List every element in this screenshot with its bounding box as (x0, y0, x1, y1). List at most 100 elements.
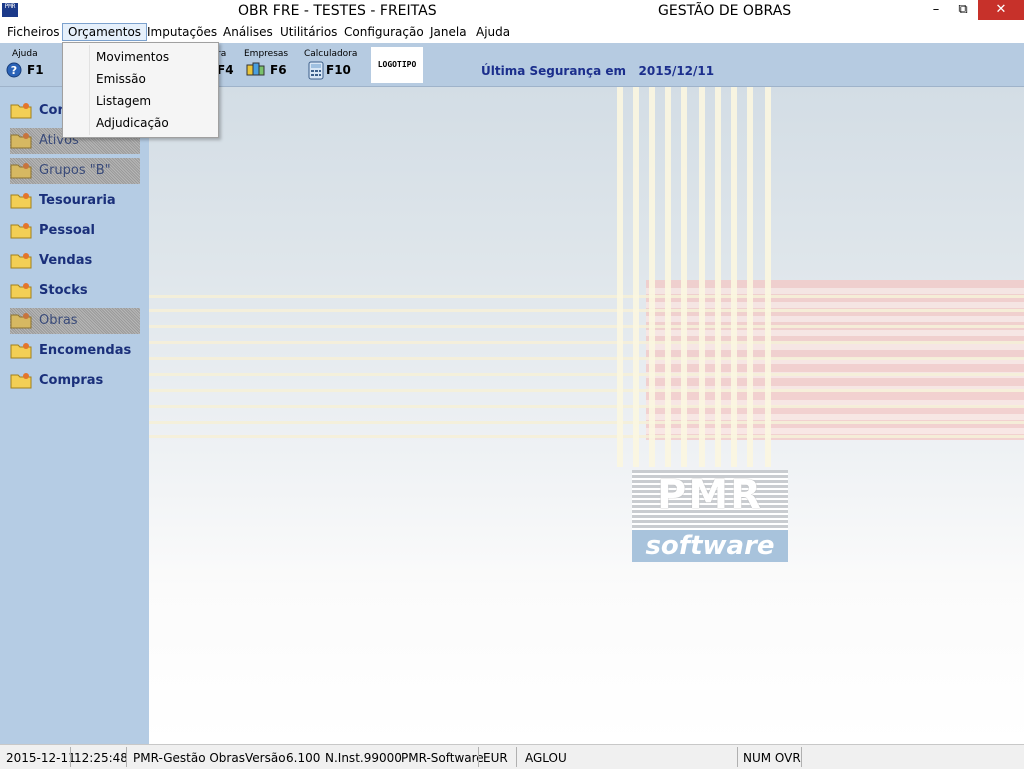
status-version: 6.100 (286, 751, 321, 765)
restore-button[interactable]: ⧉ (948, 0, 978, 20)
logo-letters: PMR (657, 472, 763, 518)
status-version-label: Versão (245, 751, 286, 765)
folder-icon (10, 133, 32, 149)
close-button[interactable]: ✕ (978, 0, 1024, 20)
background-stripe (665, 87, 671, 467)
background-stripe (149, 389, 1024, 392)
sidebar-item-label: Stocks (39, 283, 88, 298)
status-time: 12:25:48 (74, 751, 128, 765)
status-currency: EUR (483, 751, 508, 765)
background-stripe (149, 325, 1024, 328)
menu-utilitarios[interactable]: Utilitários (280, 25, 337, 39)
background-stripe (149, 405, 1024, 408)
folder-icon (10, 313, 32, 329)
background-stripe (731, 87, 737, 467)
orcamentos-dropdown: Movimentos Emissão Listagem Adjudicação (62, 42, 219, 138)
background-stripe (149, 341, 1024, 344)
menu-ajuda[interactable]: Ajuda (476, 25, 510, 39)
sidebar: Con Ativos Grupos "B" Tesouraria Pessoal… (0, 87, 149, 744)
menu-analises[interactable]: Análises (223, 25, 273, 39)
status-user: AGLOU (525, 751, 567, 765)
folder-icon (10, 253, 32, 269)
background-stripe (149, 309, 1024, 312)
close-icon: ✕ (995, 2, 1007, 17)
app-icon[interactable]: PMR (2, 3, 18, 17)
menu-imputacoes[interactable]: Imputações (147, 25, 217, 39)
sidebar-item-label: Encomendas (39, 343, 132, 358)
menu-ficheiros[interactable]: Ficheiros (7, 25, 60, 39)
sidebar-item-obras: Obras (10, 308, 140, 334)
menu-janela[interactable]: Janela (430, 25, 467, 39)
divider (70, 747, 71, 767)
status-date: 2015-12-11 (6, 751, 76, 765)
folder-icon (10, 343, 32, 359)
minimize-button[interactable]: – (921, 0, 951, 20)
background-stripe (149, 373, 1024, 376)
menu-bar: Ficheiros Orçamentos Imputações Análises… (0, 22, 1024, 43)
folder-icon (10, 193, 32, 209)
background-stripe (747, 87, 753, 467)
menu-item-listagem[interactable]: Listagem (96, 94, 151, 108)
menu-configuracao[interactable]: Configuração (344, 25, 424, 39)
divider (801, 747, 802, 767)
divider (478, 747, 479, 767)
sidebar-item-label: Obras (39, 313, 78, 328)
background-stripe (149, 435, 1024, 438)
status-keys: NUM OVR (743, 751, 801, 765)
workspace-background: PMR software (149, 87, 1024, 744)
status-bar: 2015-12-11 12:25:48 PMR-Gestão Obras Ver… (0, 744, 1024, 769)
background-stripe (649, 87, 655, 467)
background-stripe (617, 87, 623, 467)
title-bar: PMR OBR FRE - TESTES - FREITAS GESTÃO DE… (0, 0, 1024, 22)
companies-icon (246, 62, 265, 76)
menu-item-emissao[interactable]: Emissão (96, 72, 146, 86)
background-stripe (633, 87, 639, 467)
help-key: F1 (27, 63, 44, 77)
folder-icon (10, 223, 32, 239)
folder-icon (10, 103, 32, 119)
logo-placeholder: LOGOTIPO (371, 47, 423, 83)
divider (126, 747, 127, 767)
app-title: GESTÃO DE OBRAS (658, 3, 792, 19)
background-stripe (149, 295, 1024, 298)
help-icon: ? (6, 62, 22, 78)
help-label: Ajuda (12, 49, 38, 59)
menu-item-movimentos[interactable]: Movimentos (96, 50, 169, 64)
menu-orcamentos[interactable]: Orçamentos (62, 23, 148, 41)
sidebar-item-label: Vendas (39, 253, 93, 268)
pmr-software-logo: PMR software (632, 470, 788, 562)
calculator-icon (308, 61, 324, 80)
background-stripe (681, 87, 687, 467)
background-stripe (765, 87, 771, 467)
status-inst: N.Inst.99000 (325, 751, 402, 765)
companies-key: F6 (270, 63, 287, 77)
logo-word: software (632, 530, 788, 562)
restore-icon: ⧉ (958, 2, 968, 17)
divider (516, 747, 517, 767)
partial-key: F4 (217, 63, 234, 77)
svg-text:?: ? (11, 64, 17, 77)
companies-label: Empresas (244, 49, 289, 59)
folder-icon (10, 163, 32, 179)
folder-icon (10, 373, 32, 389)
minimize-icon: – (932, 2, 940, 17)
last-security-label: Última Segurança em (481, 64, 626, 78)
calculator-key: F10 (326, 63, 351, 77)
sidebar-item-grupos-b: Grupos "B" (10, 158, 140, 184)
background-stripe (149, 421, 1024, 424)
last-security-info: Última Segurança em 2015/12/11 (481, 64, 714, 78)
window-title: OBR FRE - TESTES - FREITAS (238, 3, 437, 19)
menu-item-adjudicacao[interactable]: Adjudicação (96, 116, 169, 130)
folder-icon (10, 283, 32, 299)
menu-gutter (89, 45, 90, 135)
sidebar-item-label: Pessoal (39, 223, 95, 238)
status-app: PMR-Gestão Obras (133, 751, 245, 765)
divider (737, 747, 738, 767)
sidebar-item-label: Compras (39, 373, 104, 388)
last-security-date: 2015/12/11 (638, 64, 715, 78)
sidebar-item-label: Grupos "B" (39, 163, 111, 178)
background-stripe (715, 87, 721, 467)
background-stripe (699, 87, 705, 467)
status-vendor: PMR-Software (401, 751, 484, 765)
sidebar-item-label: Tesouraria (39, 193, 116, 208)
